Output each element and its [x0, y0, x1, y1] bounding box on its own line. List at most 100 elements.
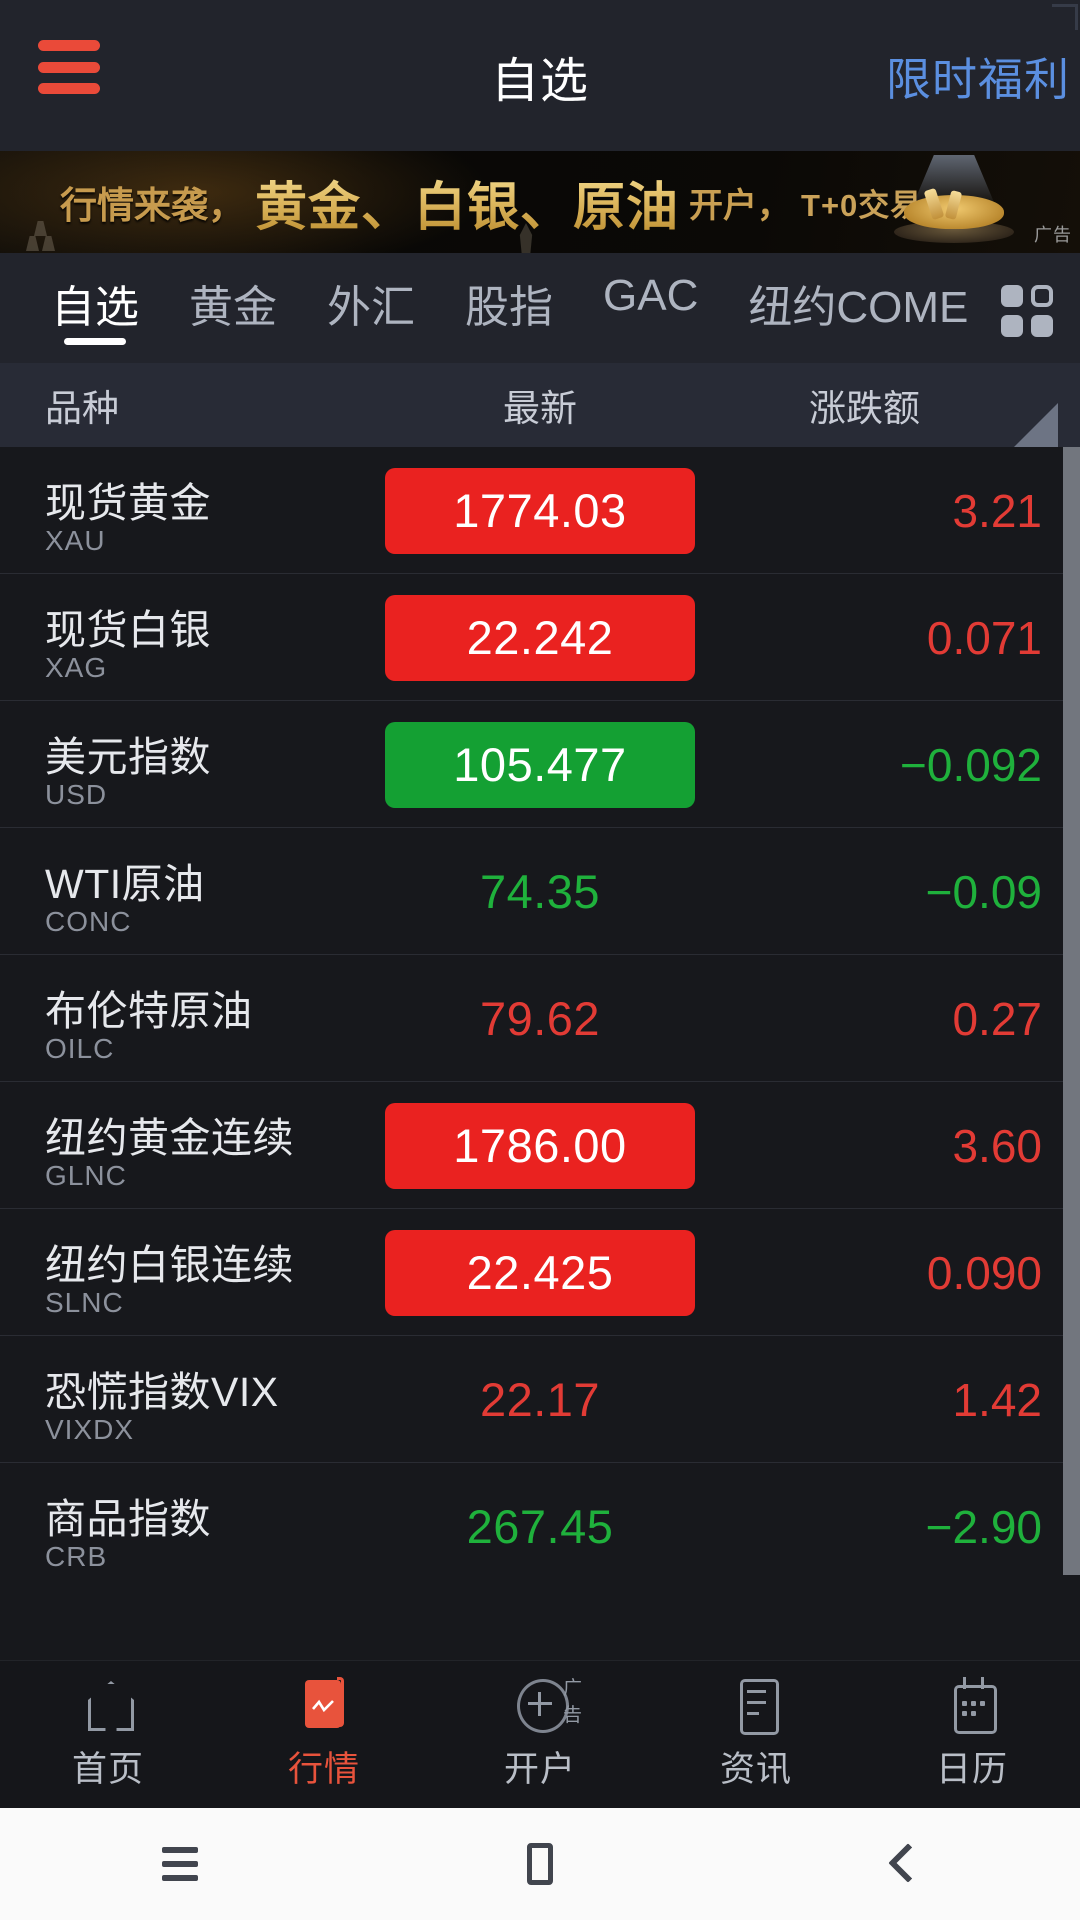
row-instrument-code: USD	[45, 779, 108, 810]
row-instrument-code: SLNC	[45, 1287, 124, 1318]
recents-icon	[162, 1847, 198, 1881]
table-row[interactable]: WTI原油 CONC 74.35 −0.09	[0, 828, 1080, 955]
row-instrument-name: 纽约黄金连续	[45, 1115, 294, 1161]
row-instrument-code: XAG	[45, 652, 108, 683]
back-chevron-icon	[887, 1844, 913, 1884]
table-row[interactable]: 纽约白银连续 SLNC 22.425 0.090	[0, 1209, 1080, 1336]
calendar-icon	[943, 1677, 1001, 1734]
news-icon	[727, 1677, 785, 1735]
plus-circle-icon: 广告	[511, 1677, 582, 1733]
row-price-text: 79.62	[479, 992, 601, 1045]
row-instrument-name: 现货白银	[45, 607, 211, 653]
row-instrument-code: VIXDX	[45, 1414, 135, 1445]
nav-label: 日历	[935, 1750, 1008, 1789]
tab-active-underline	[64, 338, 126, 345]
row-instrument-code: GLNC	[45, 1160, 127, 1191]
system-home-button[interactable]	[480, 1808, 600, 1920]
table-row[interactable]: 布伦特原油 OILC 79.62 0.27	[0, 955, 1080, 1082]
tab-label: 自选	[51, 283, 139, 332]
ad-banner[interactable]: 行情来袭， 黄金、白银、原油 开户， T+0交易 广告	[0, 151, 1080, 253]
row-price-text: 22.17	[479, 1373, 601, 1426]
nav-item-calendar[interactable]: 日历	[864, 1661, 1080, 1809]
ad-banner-text: 行情来袭， 黄金、白银、原油 开户， T+0交易	[60, 151, 922, 253]
row-change-value: 1.42	[952, 1373, 1042, 1426]
gold-ingots-icon	[26, 221, 66, 251]
row-instrument-name: 布伦特原油	[45, 988, 253, 1034]
tab-huangjin[interactable]: 黄金	[164, 253, 302, 363]
ad-label: 广告	[1034, 225, 1072, 245]
row-change-value: 0.090	[926, 1246, 1042, 1299]
ad-text-3: 开户，	[689, 186, 792, 225]
table-row[interactable]: 恐慌指数VIX VIXDX 22.17 1.42	[0, 1336, 1080, 1463]
row-change-value: 0.071	[926, 611, 1042, 664]
row-price-pill: 22.425	[385, 1229, 695, 1316]
tab-label: 外汇	[327, 283, 415, 332]
home-icon	[79, 1677, 137, 1733]
row-instrument-name: 纽约白银连续	[45, 1242, 294, 1288]
row-change-value: −0.092	[900, 738, 1042, 791]
tab-waihui[interactable]: 外汇	[302, 253, 440, 363]
grid-view-icon	[1001, 285, 1053, 337]
table-row[interactable]: 现货黄金 XAU 1774.03 3.21	[0, 447, 1080, 574]
grid-view-button[interactable]	[974, 253, 1080, 363]
quotes-icon	[295, 1677, 353, 1733]
row-price-pill: 1774.03	[385, 467, 695, 554]
nav-item-quotes[interactable]: 行情	[216, 1661, 432, 1809]
table-row[interactable]: 现货白银 XAG 22.242 0.071	[0, 574, 1080, 701]
row-price-pill: 105.477	[385, 721, 695, 808]
top-bar: 自选 限时福利	[0, 0, 1080, 151]
nav-item-home[interactable]: 首页	[0, 1661, 216, 1809]
row-price-pill: 1786.00	[385, 1102, 695, 1189]
tab-guzhi[interactable]: 股指	[440, 253, 578, 363]
row-instrument-name: 恐慌指数VIX	[45, 1369, 279, 1415]
gold-bowl-illustration	[886, 155, 1022, 251]
row-change-value: −0.09	[925, 865, 1042, 918]
bottom-navigation-bar: 首页 行情 广告 开户 资讯 日历	[0, 1660, 1080, 1808]
table-row[interactable]: 纽约黄金连续 GLNC 1786.00 3.60	[0, 1082, 1080, 1209]
row-instrument-code: OILC	[45, 1033, 115, 1064]
nav-label: 开户	[503, 1750, 576, 1789]
home-square-icon	[527, 1843, 553, 1885]
row-price-text: 267.45	[466, 1500, 614, 1553]
nav-label: 资讯	[719, 1750, 792, 1789]
quote-list[interactable]: 现货黄金 XAU 1774.03 3.21 现货白银 XAG 22.242 0.071 美元指数…	[0, 447, 1080, 1661]
promo-link[interactable]: 限时福利	[886, 0, 1070, 151]
list-scrollbar[interactable]	[1063, 447, 1080, 1575]
system-recents-button[interactable]	[120, 1808, 240, 1920]
row-instrument-code: XAU	[45, 525, 106, 556]
row-change-value: 3.60	[952, 1119, 1042, 1172]
table-row[interactable]: 美元指数 USD 105.477 −0.092	[0, 701, 1080, 828]
row-instrument-name: 现货黄金	[45, 480, 211, 526]
row-instrument-code: CONC	[45, 906, 132, 937]
android-system-nav	[0, 1808, 1080, 1920]
row-price-text: 74.35	[479, 865, 601, 918]
row-change-value: 0.27	[952, 992, 1042, 1045]
ad-text-2: 黄金、白银、原油	[255, 165, 679, 240]
app-screen: 自选 限时福利 行情来袭， 黄金、白银、原油 开户， T+0交易 广告 自选 黄…	[0, 0, 1080, 1920]
row-instrument-name: 商品指数	[45, 1496, 211, 1542]
row-instrument-name: 美元指数	[45, 734, 211, 780]
nav-label: 行情	[287, 1750, 360, 1789]
tab-label: 黄金	[189, 283, 277, 332]
tab-label: 股指	[465, 283, 553, 332]
column-header-change[interactable]: 涨跌额	[809, 363, 920, 447]
ad-text-1: 行情来袭，	[60, 185, 245, 226]
tab-gac[interactable]: GAC	[578, 253, 723, 363]
table-row[interactable]: 商品指数 CRB 267.45 −2.90	[0, 1463, 1080, 1590]
tab-niuyue-comex[interactable]: 纽约COME	[723, 253, 974, 363]
row-change-value: −2.90	[925, 1500, 1042, 1553]
category-tab-scroller[interactable]: 自选 黄金 外汇 股指 GAC 纽约COME	[0, 253, 974, 363]
corner-marker-icon	[1052, 4, 1078, 30]
nav-item-open-account[interactable]: 广告 开户	[432, 1661, 648, 1809]
table-header: 品种 最新 涨跌额	[0, 363, 1080, 447]
category-tab-bar: 自选 黄金 外汇 股指 GAC 纽约COME	[0, 253, 1080, 363]
row-instrument-name: WTI原油	[45, 861, 205, 907]
row-price-pill: 22.242	[385, 594, 695, 681]
nav-item-news[interactable]: 资讯	[648, 1661, 864, 1809]
tab-label: 纽约COME	[748, 283, 969, 332]
tab-zixuan[interactable]: 自选	[26, 253, 164, 363]
system-back-button[interactable]	[840, 1808, 960, 1920]
row-change-value: 3.21	[952, 484, 1042, 537]
tab-label: GAC	[603, 271, 699, 320]
nav-label: 首页	[71, 1750, 144, 1789]
